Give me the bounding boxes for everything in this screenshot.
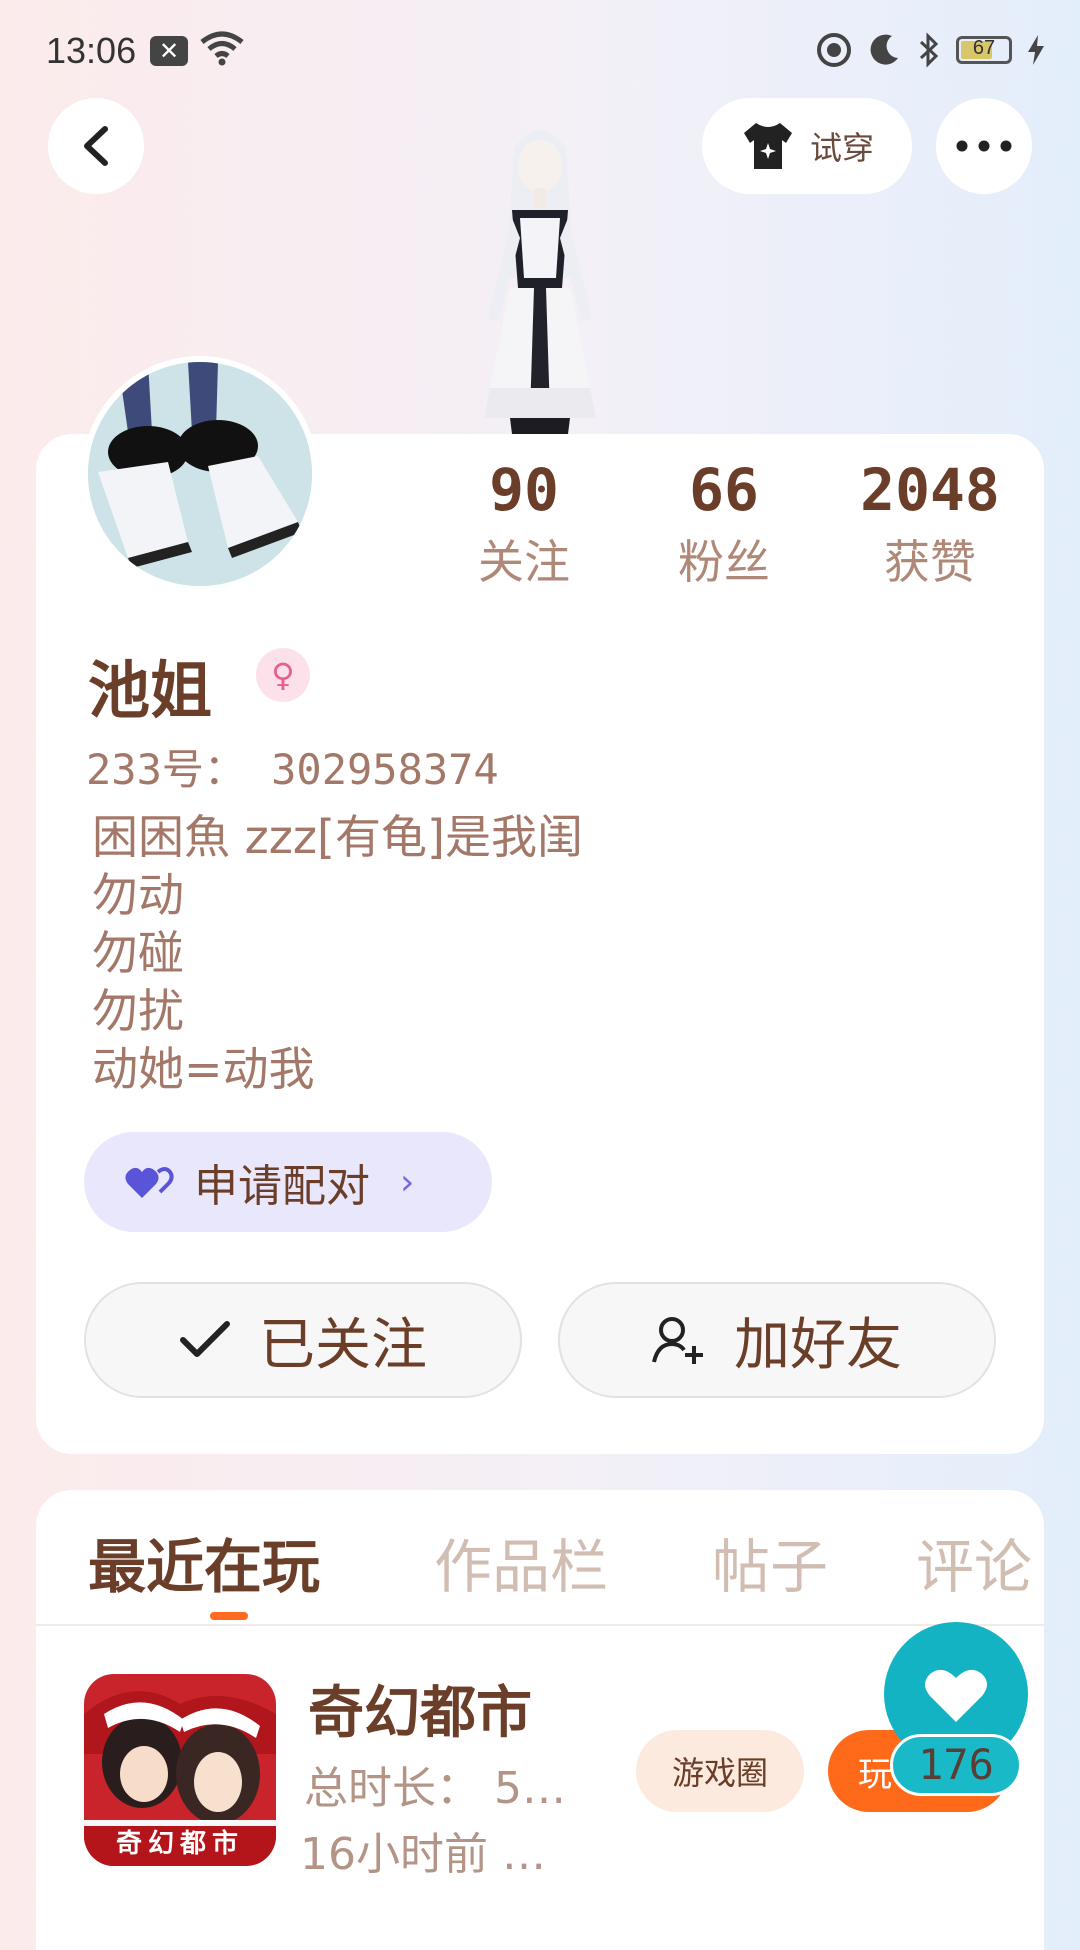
checkmark-icon [180,1321,230,1357]
battery-level: 67 [972,37,996,59]
stat-followers[interactable]: 66 粉丝 [624,456,824,592]
stat-likes-label: 获赞 [884,535,976,589]
tshirt-icon [743,123,792,169]
try-on-label: 试穿 [809,129,874,167]
back-button[interactable] [48,98,144,194]
game-last-played: 16小时前 … [300,1829,546,1880]
stat-followers-label: 粉丝 [678,535,770,589]
tab-works[interactable]: 作品栏 [434,1520,608,1604]
following-button[interactable]: 已关注 [84,1282,522,1398]
female-icon: ♀ [256,648,310,702]
stat-followers-value: 66 [689,456,759,524]
apply-pair-button[interactable]: 申请配对 › [84,1132,492,1232]
tab-recently-played[interactable]: 最近在玩 [88,1520,320,1604]
avatar-image [88,362,312,586]
game-circle-label: 游戏圈 [671,1754,768,1792]
tab-comments[interactable]: 评论 [916,1520,1032,1604]
more-button[interactable] [936,98,1032,194]
user-id[interactable]: 233号： 302958374 [86,736,499,797]
profile-bio: 困困魚 zzz[有龟]是我闺 勿动 勿碰 勿扰 动她=动我 [92,810,583,1096]
more-dots-icon [956,140,1012,152]
stat-likes[interactable]: 2048 获赞 [830,456,1030,592]
tab-posts[interactable]: 帖子 [712,1520,828,1604]
stat-following[interactable]: 90 关注 [424,456,624,592]
notification-icon: ✕ [150,36,188,66]
game-icon[interactable]: 奇幻都市 [84,1674,276,1866]
tab-indicator [210,1612,248,1620]
status-bar: 13:06 ✕ 67 [0,0,1080,104]
try-on-button[interactable]: 试穿 [702,98,912,194]
play-label: 玩 [858,1754,892,1795]
heart-pair-icon [125,1167,174,1198]
focus-mode-icon [817,33,851,67]
like-count: 176 [890,1734,1022,1796]
avatar-3d-character[interactable] [450,118,630,434]
chevron-right-icon: › [400,1161,415,1203]
stat-following-label: 关注 [478,535,570,589]
charging-icon [1028,35,1044,65]
chevron-left-icon [84,126,108,166]
add-friend-button[interactable]: 加好友 [558,1282,996,1398]
profile-name: 池姐 [88,654,213,727]
moon-icon [870,34,898,65]
game-circle-button[interactable]: 游戏圈 [636,1730,804,1812]
battery-icon: 67 [956,36,1012,64]
stat-following-value: 90 [489,456,559,524]
bluetooth-icon [919,32,939,68]
avatar[interactable] [82,356,318,592]
status-right-group: 67 [816,32,1044,68]
apply-pair-label: 申请配对 [194,1161,370,1212]
profile-tabs: 最近在玩 作品栏 帖子 评论 [36,1490,1044,1626]
status-time: 13:06 [46,30,137,71]
add-user-icon [652,1317,703,1364]
game-icon-caption: 奇幻都市 [115,1829,244,1859]
add-friend-label: 加好友 [734,1312,902,1378]
wifi-icon [200,31,244,66]
game-title[interactable]: 奇幻都市 [308,1668,532,1749]
game-total-time: 总时长： 5… [304,1763,566,1814]
heart-icon [925,1669,987,1722]
following-label: 已关注 [259,1312,427,1378]
stat-likes-value: 2048 [860,456,1000,524]
